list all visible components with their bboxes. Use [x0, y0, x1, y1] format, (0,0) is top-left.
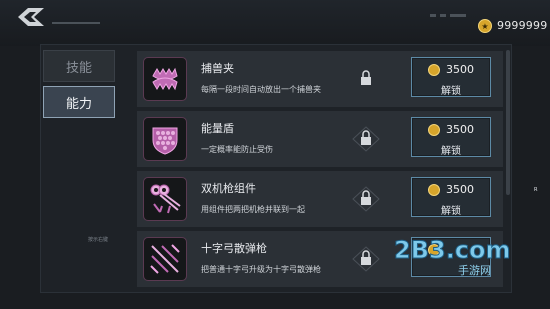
tab-ability[interactable]: 能力: [43, 86, 115, 118]
item-desc: 一定概率能防止受伤: [201, 145, 273, 154]
lock-icon: [361, 70, 371, 85]
lock-icon: [352, 126, 380, 152]
lock-icon: [352, 246, 380, 272]
back-chevron-icon[interactable]: [14, 6, 48, 28]
item-desc: 把普通十字弓升级为十字弓散弹枪: [201, 265, 321, 274]
coin-icon: [428, 124, 440, 136]
item-name: 十字弓散弹枪: [201, 242, 267, 255]
item-desc: 用组件把两把机枪并联到一起: [201, 205, 305, 214]
unlock-button[interactable]: 3500 解锁: [411, 177, 491, 217]
side-mark: R: [534, 187, 538, 193]
energy-shield-icon: [143, 117, 187, 161]
item-name: 双机枪组件: [201, 182, 256, 195]
site-watermark: 2B3.com 手游网: [394, 236, 512, 278]
lock-icon: [352, 186, 380, 212]
list-item: 能量盾 一定概率能防止受伤 3500 解锁: [137, 111, 503, 167]
coin-icon: [428, 64, 440, 76]
unlock-button[interactable]: 3500 解锁: [411, 117, 491, 157]
item-name: 能量盾: [201, 122, 234, 135]
list-item: 双机枪组件 用组件把两把机枪并联到一起 3500 解锁: [137, 171, 503, 227]
unlock-button[interactable]: 3500 解锁: [411, 57, 491, 97]
item-desc: 每隔一段时间自动放出一个捕兽夹: [201, 85, 321, 94]
header-decoration: [440, 14, 446, 17]
unlock-label: 解锁: [441, 206, 461, 217]
coin-count: 9999999: [497, 19, 548, 32]
unlock-label: 解锁: [441, 146, 461, 157]
coin-icon: ★: [478, 19, 492, 33]
tab-skills[interactable]: 技能: [43, 50, 115, 82]
item-name: 捕兽夹: [201, 62, 234, 75]
price: 3500: [446, 63, 474, 76]
watermark-sub: 手游网: [458, 263, 491, 277]
unlock-label: 解锁: [441, 86, 461, 97]
top-bar: ★ 9999999: [0, 0, 550, 46]
side-note: 按示右键: [88, 237, 109, 243]
bear-trap-icon: [143, 57, 187, 101]
price: 3500: [446, 183, 474, 196]
coin-icon: [428, 184, 440, 196]
crossbow-icon: [143, 237, 187, 281]
watermark-main: 2B3.com: [394, 236, 511, 264]
header-decoration: [430, 14, 436, 17]
list-item: 捕兽夹 每隔一段时间自动放出一个捕兽夹 3500 解锁: [137, 51, 503, 107]
header-decoration: [450, 14, 466, 17]
twin-gun-icon: [143, 177, 187, 221]
price: 3500: [446, 123, 474, 136]
header-divider: [52, 22, 100, 24]
list-scrollbar[interactable]: [506, 50, 510, 195]
